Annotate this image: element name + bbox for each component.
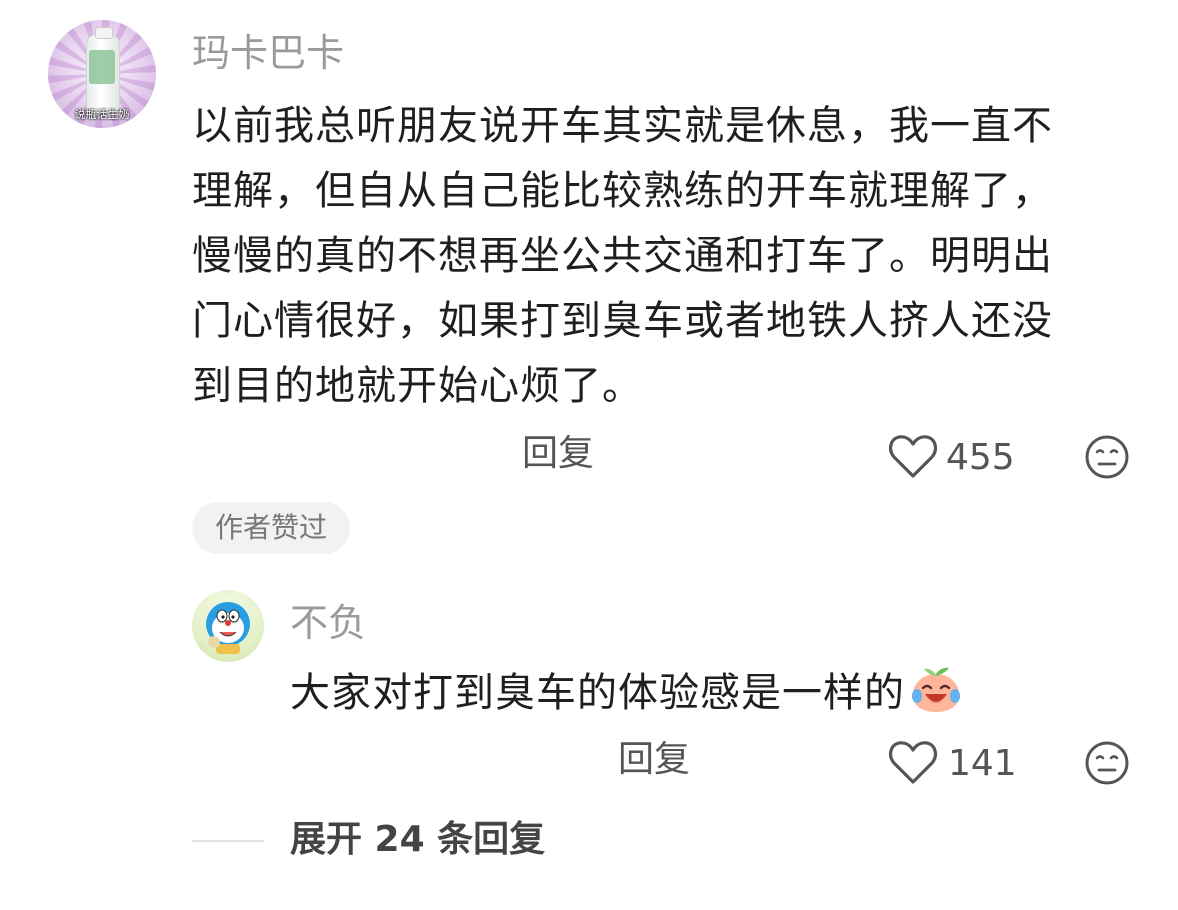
author-liked-badge: 作者赞过 (192, 502, 350, 554)
crying-laughing-peach-emoji-icon (909, 666, 963, 728)
like-count: 455 (946, 437, 1015, 478)
heart-outline-icon[interactable] (888, 432, 938, 484)
bottle-label-image (89, 50, 115, 84)
comment-line: 门心情很好，如果打到臭车或者地铁人挤人还没 (192, 298, 1053, 344)
comment-text: 以前我总听朋友说开车其实就是休息，我一直不 理解，但自从自己能比较熟练的开车就理… (192, 94, 1102, 419)
expand-replies-button[interactable]: 展开 24 条回复 (290, 822, 545, 858)
avatar-caption: 说瓶话生奶 (74, 108, 130, 121)
avatar[interactable] (192, 590, 264, 662)
comment-line: 到目的地就开始心烦了。 (192, 363, 643, 409)
meh-face-icon[interactable] (1084, 434, 1130, 484)
doraemon-avatar-image (206, 602, 250, 654)
comment-username[interactable]: 玛卡巴卡 (192, 34, 344, 72)
comment-line: 慢慢的真的不想再坐公共交通和打车了。明明出 (192, 233, 1053, 279)
reply-button[interactable]: 回复 (618, 742, 690, 778)
reply-text: 大家对打到臭车的体验感是一样的 (290, 666, 963, 728)
divider (192, 840, 264, 842)
meh-face-icon[interactable] (1084, 740, 1130, 790)
reply-button[interactable]: 回复 (522, 436, 594, 472)
heart-outline-icon[interactable] (888, 738, 938, 790)
reply-text-content: 大家对打到臭车的体验感是一样的 (290, 670, 905, 716)
comment-line: 理解，但自从自己能比较熟练的开车就理解了， (192, 168, 1053, 214)
avatar[interactable]: 说瓶话生奶 (48, 20, 156, 128)
comment-line: 以前我总听朋友说开车其实就是休息，我一直不 (192, 103, 1053, 149)
like-count: 141 (948, 743, 1017, 784)
reply-username[interactable]: 不负 (290, 604, 366, 642)
